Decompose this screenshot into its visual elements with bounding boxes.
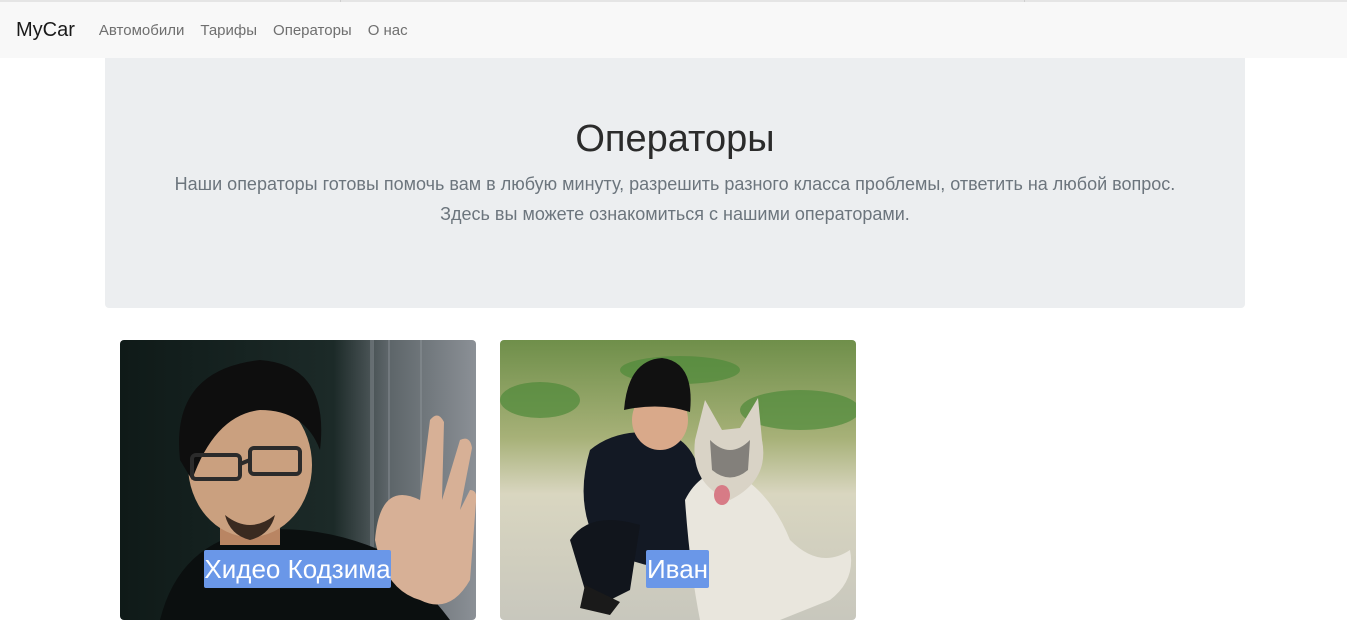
operator-name-caption: Иван bbox=[646, 550, 709, 588]
hero-lead-line-2: Здесь вы можете ознакомиться с нашими оп… bbox=[440, 204, 910, 224]
nav-link-operators[interactable]: Операторы bbox=[273, 22, 352, 39]
nav-link-cars[interactable]: Автомобили bbox=[99, 22, 184, 39]
operator-card[interactable]: Хидео Кодзима bbox=[120, 340, 476, 620]
navbar: MyCar Автомобили Тарифы Операторы О нас bbox=[0, 2, 1347, 58]
hero-lead-line-1: Наши операторы готовы помочь вам в любую… bbox=[174, 174, 1176, 194]
brand-link[interactable]: MyCar bbox=[16, 19, 75, 42]
nav-link-tariffs[interactable]: Тарифы bbox=[200, 22, 257, 39]
hero-jumbotron: Операторы Наши операторы готовы помочь в… bbox=[105, 58, 1245, 308]
nav-link-about[interactable]: О нас bbox=[368, 22, 408, 39]
operator-card[interactable]: Иван bbox=[500, 340, 856, 620]
page-title: Операторы bbox=[575, 118, 775, 160]
operator-name-caption: Хидео Кодзима bbox=[204, 550, 391, 588]
